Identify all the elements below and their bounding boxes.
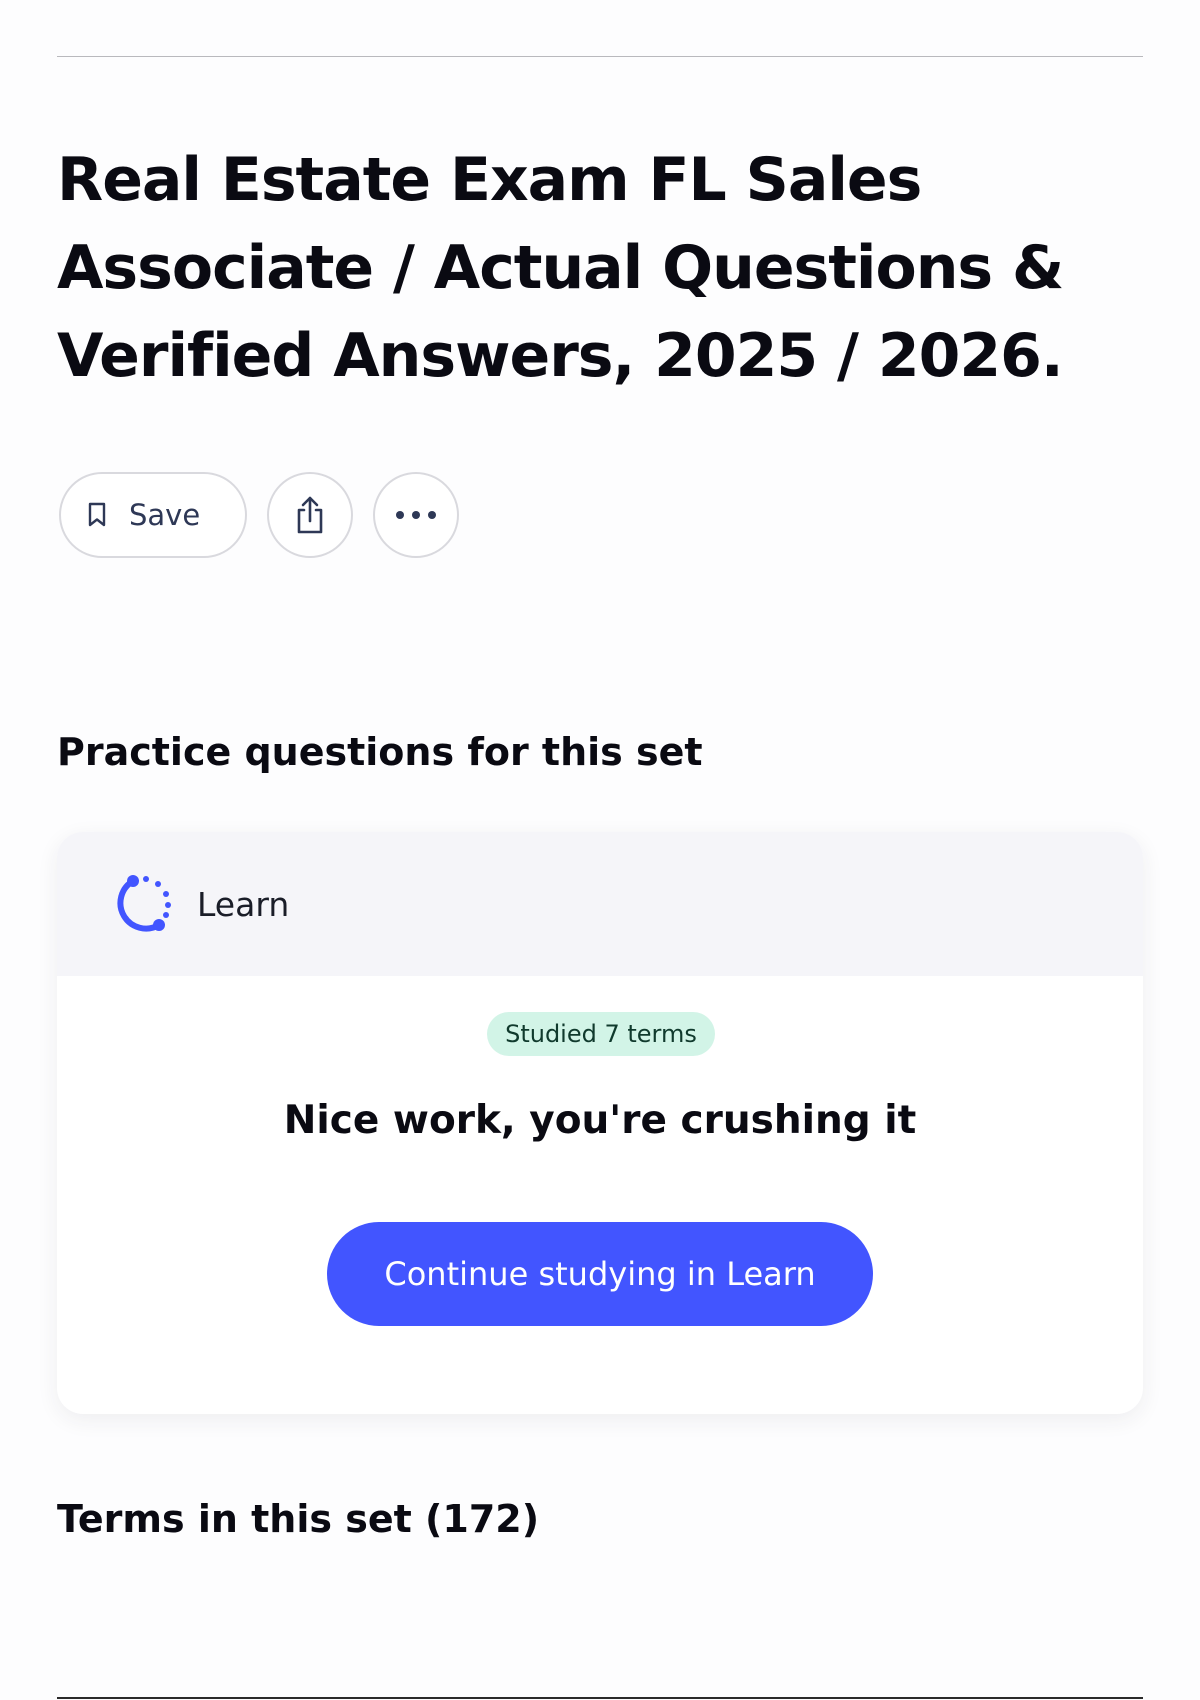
learn-practice-card: Learn Studied 7 terms Nice work, you're … <box>57 832 1143 1414</box>
continue-learn-button[interactable]: Continue studying in Learn <box>327 1222 873 1326</box>
studied-terms-badge: Studied 7 terms <box>487 1012 715 1056</box>
save-button[interactable]: Save <box>59 472 247 558</box>
learn-icon <box>113 873 175 935</box>
more-options-icon <box>395 510 437 520</box>
share-icon <box>292 495 328 535</box>
save-button-label: Save <box>129 498 201 532</box>
learn-mode-label: Learn <box>197 884 290 924</box>
bottom-divider <box>57 1697 1143 1699</box>
top-divider <box>57 56 1143 57</box>
set-actions-toolbar: Save <box>59 472 459 558</box>
page-title: Real Estate Exam FL Sales Associate / Ac… <box>57 145 1064 391</box>
practice-questions-heading: Practice questions for this set <box>57 730 703 774</box>
progress-message: Nice work, you're crushing it <box>283 1098 917 1143</box>
bookmark-icon <box>87 502 107 528</box>
learn-card-header[interactable]: Learn <box>57 832 1143 976</box>
more-options-button[interactable] <box>373 472 459 558</box>
terms-heading: Terms in this set (172) <box>57 1497 540 1541</box>
share-button[interactable] <box>267 472 353 558</box>
